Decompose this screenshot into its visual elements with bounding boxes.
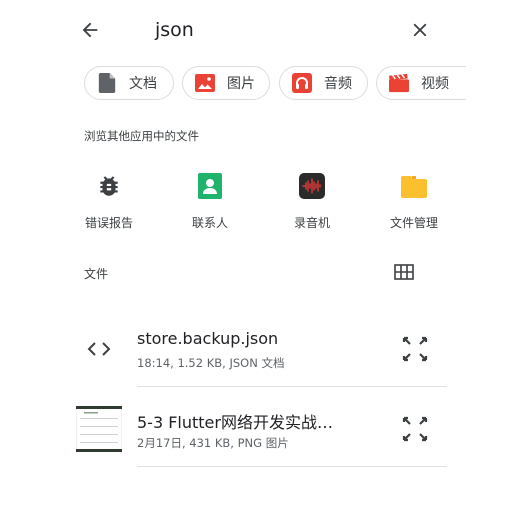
document-icon [97, 73, 117, 93]
file-name: 5-3 Flutter网络开发实战… [137, 413, 333, 432]
expand-preview-button[interactable] [400, 414, 430, 444]
chip-images[interactable]: 图片 [182, 66, 270, 100]
chip-documents[interactable]: 文档 [84, 66, 174, 100]
bug-icon [95, 172, 123, 200]
app-recorder[interactable]: 录音机 [262, 172, 362, 231]
grid-view-icon [394, 264, 414, 280]
headphones-icon [292, 73, 312, 93]
chip-label: 图片 [227, 76, 255, 92]
divider [137, 386, 447, 387]
app-label: 联系人 [191, 216, 228, 230]
clapperboard-icon [389, 73, 409, 93]
image-thumbnail [76, 406, 122, 452]
app-label: 文件管理 [389, 216, 438, 230]
chip-label: 视频 [421, 76, 449, 92]
expand-icon [402, 416, 428, 442]
file-meta: 2月17日, 431 KB, PNG 图片 [137, 436, 289, 450]
expand-icon [402, 336, 428, 362]
clear-search-button[interactable] [406, 16, 434, 44]
chip-audio[interactable]: 音频 [279, 66, 368, 100]
app-label: 错误报告 [84, 216, 133, 230]
chip-video[interactable]: 视频 [376, 66, 466, 100]
contacts-icon [196, 172, 224, 200]
file-name: store.backup.json [137, 329, 279, 348]
image-icon [195, 73, 215, 93]
code-icon [76, 331, 122, 367]
recorder-icon [298, 172, 326, 200]
file-row[interactable]: 5-3 Flutter网络开发实战… 2月17日, 431 KB, PNG 图片 [70, 389, 460, 469]
chip-label: 文档 [129, 76, 157, 92]
back-button[interactable] [76, 16, 104, 44]
app-label: 录音机 [293, 216, 330, 230]
search-query[interactable]: json [155, 19, 194, 41]
grid-view-button[interactable] [392, 262, 416, 282]
divider [137, 466, 447, 467]
arrow-back-icon [82, 22, 98, 38]
browse-section-title: 浏览其他应用中的文件 [84, 129, 199, 143]
app-contacts[interactable]: 联系人 [160, 172, 260, 231]
chip-label: 音频 [324, 76, 352, 92]
app-bug-report[interactable]: 错误报告 [59, 172, 159, 231]
expand-preview-button[interactable] [400, 334, 430, 364]
close-icon [413, 23, 427, 37]
file-row[interactable]: store.backup.json 18:14, 1.52 KB, JSON 文… [70, 309, 460, 389]
app-file-manager[interactable]: 文件管理 [364, 172, 464, 231]
folder-icon [400, 172, 428, 200]
file-meta: 18:14, 1.52 KB, JSON 文档 [137, 356, 285, 370]
files-section-title: 文件 [84, 267, 109, 281]
